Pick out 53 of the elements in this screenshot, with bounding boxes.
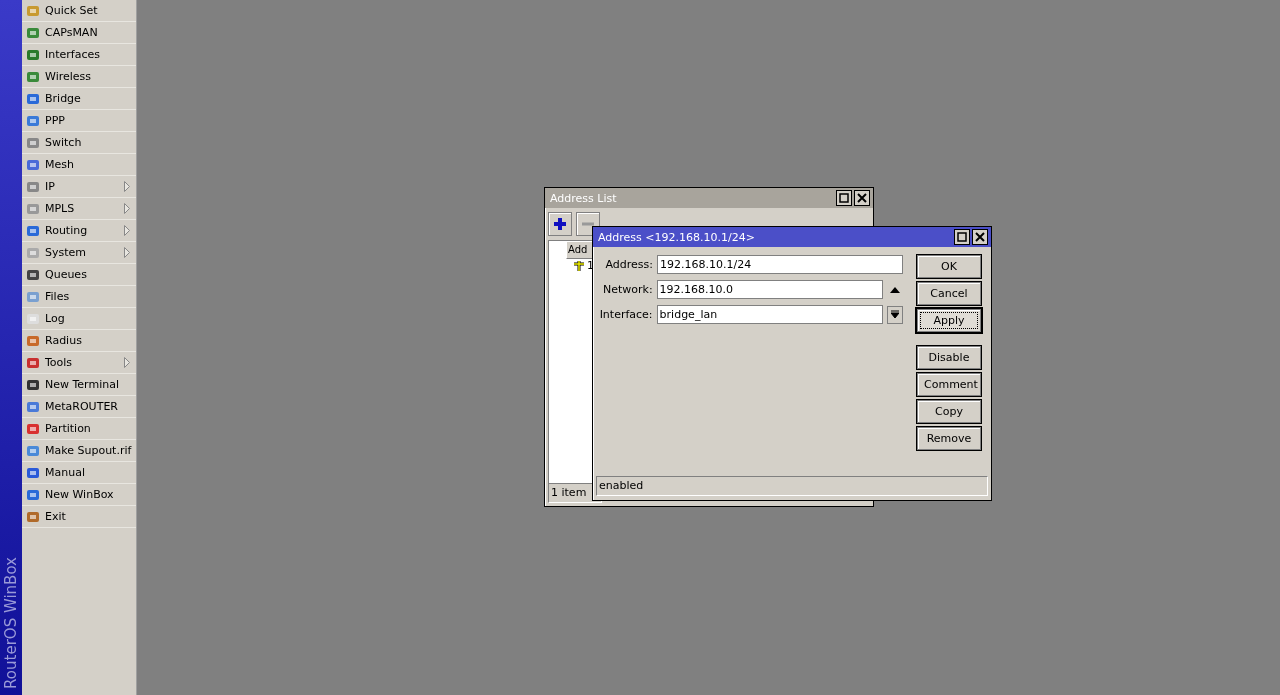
- remove-button[interactable]: [576, 212, 600, 236]
- dialog-button[interactable]: Cancel: [917, 282, 981, 305]
- dialog-button[interactable]: Copy: [917, 400, 981, 423]
- menu-item[interactable]: Files: [22, 286, 136, 308]
- menu-item[interactable]: Mesh: [22, 154, 136, 176]
- field-label: Interface:: [598, 308, 654, 321]
- add-button[interactable]: [548, 212, 572, 236]
- window-title: Address List: [550, 191, 617, 205]
- input-field[interactable]: bridge_lan: [656, 305, 884, 324]
- dialog-button[interactable]: OK: [917, 255, 981, 278]
- dropdown-button[interactable]: [887, 305, 903, 324]
- menu-item[interactable]: IP: [22, 176, 136, 198]
- dialog-button[interactable]: Remove: [917, 427, 981, 450]
- maximize-button[interactable]: [836, 190, 852, 206]
- menu-item[interactable]: Wireless: [22, 66, 136, 88]
- field-label: Network:: [601, 283, 654, 296]
- menu-item[interactable]: CAPsMAN: [22, 22, 136, 44]
- menu-item[interactable]: Make Supout.rif: [22, 440, 136, 462]
- menu-item[interactable]: PPP: [22, 110, 136, 132]
- menu-item[interactable]: MetaROUTER: [22, 396, 136, 418]
- close-button[interactable]: [972, 229, 988, 245]
- menu-item[interactable]: MPLS: [22, 198, 136, 220]
- menu-item[interactable]: Partition: [22, 418, 136, 440]
- menu-item[interactable]: Routing: [22, 220, 136, 242]
- address-row-icon: [573, 259, 585, 272]
- dialog-button[interactable]: Disable: [917, 346, 981, 369]
- dialog-button[interactable]: Comment: [917, 373, 981, 396]
- menu-item[interactable]: New Terminal: [22, 374, 136, 396]
- down-arrow-icon: [891, 310, 900, 319]
- menu-item[interactable]: Switch: [22, 132, 136, 154]
- plus-icon: [553, 217, 567, 231]
- field-label: Address:: [604, 258, 654, 271]
- menu-item[interactable]: System: [22, 242, 136, 264]
- menu-item[interactable]: New WinBox: [22, 484, 136, 506]
- menu-item[interactable]: Quick Set: [22, 0, 136, 22]
- menu-item[interactable]: Exit: [22, 506, 136, 528]
- status-bar: enabled: [596, 476, 988, 496]
- window-title: Address <192.168.10.1/24>: [598, 230, 755, 244]
- input-field[interactable]: 192.168.10.0: [656, 280, 884, 299]
- menu-item[interactable]: Interfaces: [22, 44, 136, 66]
- menu-item[interactable]: Radius: [22, 330, 136, 352]
- brand-label: RouterOS WinBox: [2, 557, 20, 689]
- up-triangle-icon: [890, 286, 901, 293]
- minus-icon: [581, 222, 595, 226]
- menu-item[interactable]: Log: [22, 308, 136, 330]
- maximize-button[interactable]: [954, 229, 970, 245]
- menu-item[interactable]: Bridge: [22, 88, 136, 110]
- close-button[interactable]: [854, 190, 870, 206]
- menu-item[interactable]: Manual: [22, 462, 136, 484]
- menu-item[interactable]: Queues: [22, 264, 136, 286]
- menu-item[interactable]: Tools: [22, 352, 136, 374]
- input-field[interactable]: 192.168.10.1/24: [657, 255, 903, 274]
- dialog-button[interactable]: Apply: [917, 309, 981, 332]
